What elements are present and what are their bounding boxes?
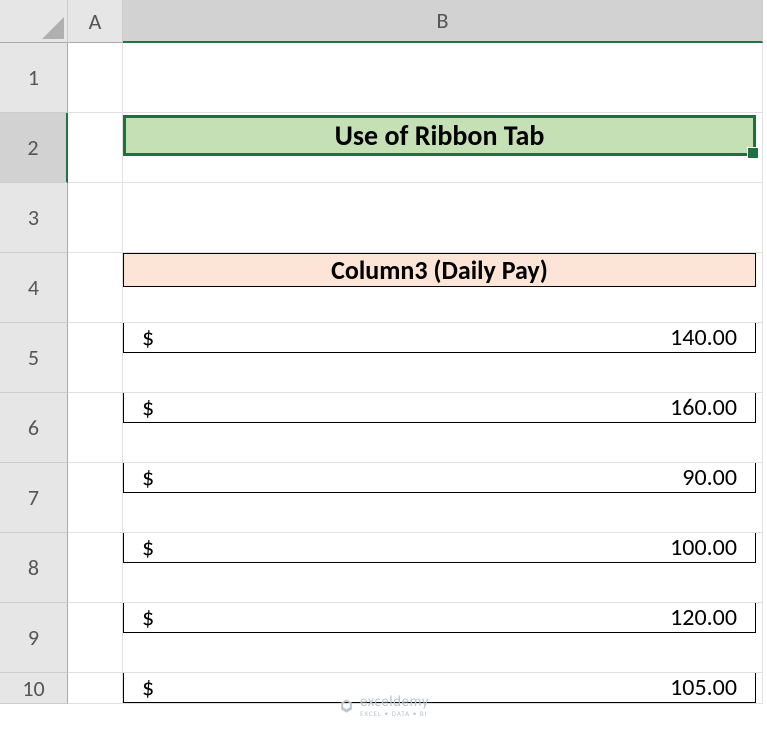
currency-symbol: $ — [142, 673, 154, 702]
cell-b5[interactable]: $ 140.00 — [123, 323, 763, 393]
cell-a4[interactable] — [68, 253, 123, 323]
watermark-text-block: exceldemy EXCEL • DATA • BI — [360, 693, 429, 718]
watermark-subtext: EXCEL • DATA • BI — [360, 709, 429, 718]
table-row: $ 160.00 — [123, 393, 756, 423]
cell-a10[interactable] — [68, 673, 123, 704]
cell-value: 140.00 — [670, 323, 737, 352]
row-header-10[interactable]: 10 — [0, 673, 68, 704]
currency-symbol: $ — [142, 323, 154, 352]
cell-b7[interactable]: $ 90.00 — [123, 463, 763, 533]
cell-a7[interactable] — [68, 463, 123, 533]
cell-b9[interactable]: $ 120.00 — [123, 603, 763, 673]
row-header-9[interactable]: 9 — [0, 603, 68, 673]
currency-symbol: $ — [142, 463, 154, 492]
cell-a1[interactable] — [68, 43, 123, 113]
table-row: $ 100.00 — [123, 533, 756, 563]
cell-b1[interactable] — [123, 43, 763, 113]
row-header-7[interactable]: 7 — [0, 463, 68, 533]
row-header-1[interactable]: 1 — [0, 43, 68, 113]
spreadsheet-grid: A B 1 2 Use of Ribbon Tab 3 4 Column3 (D… — [0, 0, 767, 704]
cell-a6[interactable] — [68, 393, 123, 463]
row-header-6[interactable]: 6 — [0, 393, 68, 463]
cell-b3[interactable] — [123, 183, 763, 253]
table-header-text: Column3 (Daily Pay) — [331, 254, 548, 286]
cell-a9[interactable] — [68, 603, 123, 673]
cell-a5[interactable] — [68, 323, 123, 393]
title-text: Use of Ribbon Tab — [335, 118, 545, 153]
row-header-3[interactable]: 3 — [0, 183, 68, 253]
currency-symbol: $ — [142, 603, 154, 632]
cell-b10[interactable]: $ 105.00 — [123, 673, 763, 704]
column-header-b[interactable]: B — [123, 0, 763, 43]
cell-value: 160.00 — [670, 393, 737, 422]
row-header-8[interactable]: 8 — [0, 533, 68, 603]
select-all-triangle-icon — [42, 17, 64, 39]
cell-b8[interactable]: $ 100.00 — [123, 533, 763, 603]
row-header-4[interactable]: 4 — [0, 253, 68, 323]
column-header-a[interactable]: A — [68, 0, 123, 43]
watermark: exceldemy EXCEL • DATA • BI — [338, 693, 429, 718]
table-row: $ 140.00 — [123, 323, 756, 353]
row-header-5[interactable]: 5 — [0, 323, 68, 393]
title-cell[interactable]: Use of Ribbon Tab — [123, 115, 756, 156]
cell-a3[interactable] — [68, 183, 123, 253]
cell-b4[interactable]: Column3 (Daily Pay) — [123, 253, 763, 323]
table-row: $ 90.00 — [123, 463, 756, 493]
cell-b6[interactable]: $ 160.00 — [123, 393, 763, 463]
cell-a8[interactable] — [68, 533, 123, 603]
table-row: $ 105.00 — [123, 673, 756, 703]
currency-symbol: $ — [142, 393, 154, 422]
row-header-2[interactable]: 2 — [0, 113, 68, 183]
currency-symbol: $ — [142, 533, 154, 562]
cell-value: 120.00 — [670, 603, 737, 632]
select-all-corner[interactable] — [0, 0, 68, 43]
cell-a2[interactable] — [68, 113, 123, 183]
cell-b2[interactable]: Use of Ribbon Tab — [123, 113, 763, 183]
table-header-cell: Column3 (Daily Pay) — [123, 253, 756, 287]
cell-value: 100.00 — [670, 533, 737, 562]
table-row: $ 120.00 — [123, 603, 756, 633]
cell-value: 105.00 — [670, 673, 737, 702]
cell-value: 90.00 — [682, 463, 737, 492]
watermark-logo-icon — [338, 698, 354, 714]
